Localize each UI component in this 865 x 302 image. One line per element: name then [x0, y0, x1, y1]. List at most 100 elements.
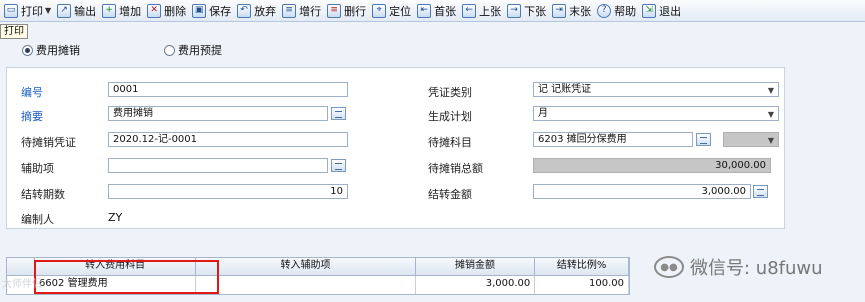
next-icon: → [507, 3, 522, 18]
creator-label: 编制人 [21, 213, 54, 226]
chevron-down-icon: ▼ [767, 86, 774, 95]
exit-label: 退出 [659, 4, 682, 18]
generate-plan-value: 月 [538, 108, 548, 119]
print-label: 打印 [21, 4, 43, 18]
exit-button[interactable]: ⇲ 退出 [640, 1, 685, 21]
watermark-right: ●● 微信号: u8fuwu [654, 254, 823, 280]
chevron-down-icon: ▼ [767, 136, 774, 145]
export-label: 输出 [74, 4, 97, 18]
summary-field[interactable]: 费用摊销 [108, 106, 328, 121]
locate-icon: ⌖ [372, 3, 387, 18]
periods-label: 结转期数 [21, 188, 65, 201]
voucher-type-select[interactable]: 记 记账凭证 ▼ [533, 82, 779, 97]
chevron-down-icon[interactable]: ▼ [45, 6, 51, 15]
wechat-icon: ●● [654, 256, 684, 278]
next-label: 下张 [524, 4, 547, 18]
radio-dot-selected [22, 44, 33, 56]
aux-cell[interactable] [196, 276, 416, 294]
watermark-left: 大师伴侣 [2, 275, 42, 290]
summary-label: 摘要 [21, 110, 43, 123]
prev-icon: ← [462, 3, 477, 18]
delete-label: 删除 [164, 4, 187, 18]
calculator-icon[interactable] [753, 185, 768, 198]
radio-amortize-label: 费用摊销 [36, 44, 80, 57]
add-icon: + [102, 3, 117, 18]
toolbar: ▭ 打印 ▼ ↗ 输出 + 增加 ✕ 删除 ▣ 保存 ↶ 放弃 ≡ 增行 ≡ 删… [0, 0, 865, 22]
first-icon: ⇤ [417, 3, 432, 18]
export-button[interactable]: ↗ 输出 [55, 1, 100, 21]
radio-accrue[interactable]: 费用预提 [164, 42, 222, 58]
print-tooltip: 打印 [0, 24, 28, 39]
periods-field[interactable]: 10 [108, 184, 348, 199]
aux-field[interactable] [108, 158, 328, 173]
prev-label: 上张 [479, 4, 502, 18]
pending-voucher-field[interactable]: 2020.12-记-0001 [108, 132, 348, 147]
export-icon: ↗ [57, 3, 72, 18]
row-number-header [7, 258, 35, 276]
save-label: 保存 [209, 4, 232, 18]
column-header[interactable]: 结转比例% [535, 258, 629, 276]
column-header[interactable]: 摊销金额 [415, 258, 536, 276]
prev-button[interactable]: ← 上张 [460, 1, 505, 21]
add-button[interactable]: + 增加 [100, 1, 145, 21]
transfer-amount-field[interactable]: 3,000.00 [533, 184, 751, 199]
help-button[interactable]: ? 帮助 [595, 1, 640, 21]
last-icon: ⇥ [552, 3, 567, 18]
last-button[interactable]: ⇥ 末张 [550, 1, 595, 21]
account-lookup-icon[interactable] [696, 133, 711, 146]
exit-icon: ⇲ [642, 3, 657, 18]
save-icon: ▣ [192, 3, 207, 18]
pending-total-label: 待摊销总额 [428, 162, 483, 175]
aux-lookup-icon[interactable] [331, 159, 346, 172]
last-label: 末张 [569, 4, 592, 18]
discard-button[interactable]: ↶ 放弃 [235, 1, 280, 21]
add-label: 增加 [119, 4, 142, 18]
radio-amortize[interactable]: 费用摊销 [22, 42, 80, 58]
next-button[interactable]: → 下张 [505, 1, 550, 21]
discard-label: 放弃 [254, 4, 277, 18]
voucher-type-label: 凭证类别 [428, 86, 472, 99]
locate-label: 定位 [389, 4, 412, 18]
generate-plan-select[interactable]: 月 ▼ [533, 106, 779, 121]
first-button[interactable]: ⇤ 首张 [415, 1, 460, 21]
column-header[interactable]: 转入辅助项 [196, 258, 416, 276]
amount-cell[interactable]: 3,000.00 [416, 276, 536, 294]
add-row-icon: ≡ [282, 3, 297, 18]
pending-account-field[interactable]: 6203 摊回分保费用 [533, 132, 693, 147]
print-button[interactable]: ▭ 打印 ▼ [2, 1, 55, 21]
aux-label: 辅助项 [21, 162, 54, 175]
ratio-cell[interactable]: 100.00 [535, 276, 629, 294]
delete-row-label: 删行 [344, 4, 367, 18]
summary-lookup-icon[interactable] [331, 107, 346, 120]
watermark-left-text: 大师伴侣 [2, 279, 42, 290]
voucher-type-value: 记 记账凭证 [538, 84, 592, 95]
form-panel: 编号 0001 摘要 费用摊销 待摊销凭证 2020.12-记-0001 辅助项… [6, 67, 785, 229]
delete-row-icon: ≡ [327, 3, 342, 18]
watermark-right-text: 微信号: u8fuwu [690, 258, 823, 279]
transfer-amount-label: 结转金额 [428, 188, 472, 201]
mode-selector: 费用摊销 费用预提 [0, 38, 865, 60]
highlight-box [34, 260, 219, 294]
help-icon: ? [597, 3, 612, 18]
delete-button[interactable]: ✕ 删除 [145, 1, 190, 21]
delete-icon: ✕ [147, 3, 162, 18]
help-label: 帮助 [614, 4, 637, 18]
first-label: 首张 [434, 4, 457, 18]
delete-row-button[interactable]: ≡ 删行 [325, 1, 370, 21]
pending-total-field: 30,000.00 [533, 158, 771, 173]
pending-account-label: 待摊科目 [428, 136, 472, 149]
printer-icon: ▭ [4, 3, 18, 18]
number-label: 编号 [21, 86, 43, 99]
radio-accrue-label: 费用预提 [178, 44, 222, 57]
pending-voucher-label: 待摊销凭证 [21, 136, 76, 149]
radio-dot [164, 44, 175, 56]
discard-icon: ↶ [237, 3, 252, 18]
account-aux-select: ▼ [723, 132, 779, 147]
generate-plan-label: 生成计划 [428, 110, 472, 123]
number-field[interactable]: 0001 [108, 82, 348, 97]
creator-value: ZY [108, 211, 123, 224]
save-button[interactable]: ▣ 保存 [190, 1, 235, 21]
chevron-down-icon: ▼ [767, 110, 774, 119]
add-row-button[interactable]: ≡ 增行 [280, 1, 325, 21]
locate-button[interactable]: ⌖ 定位 [370, 1, 415, 21]
